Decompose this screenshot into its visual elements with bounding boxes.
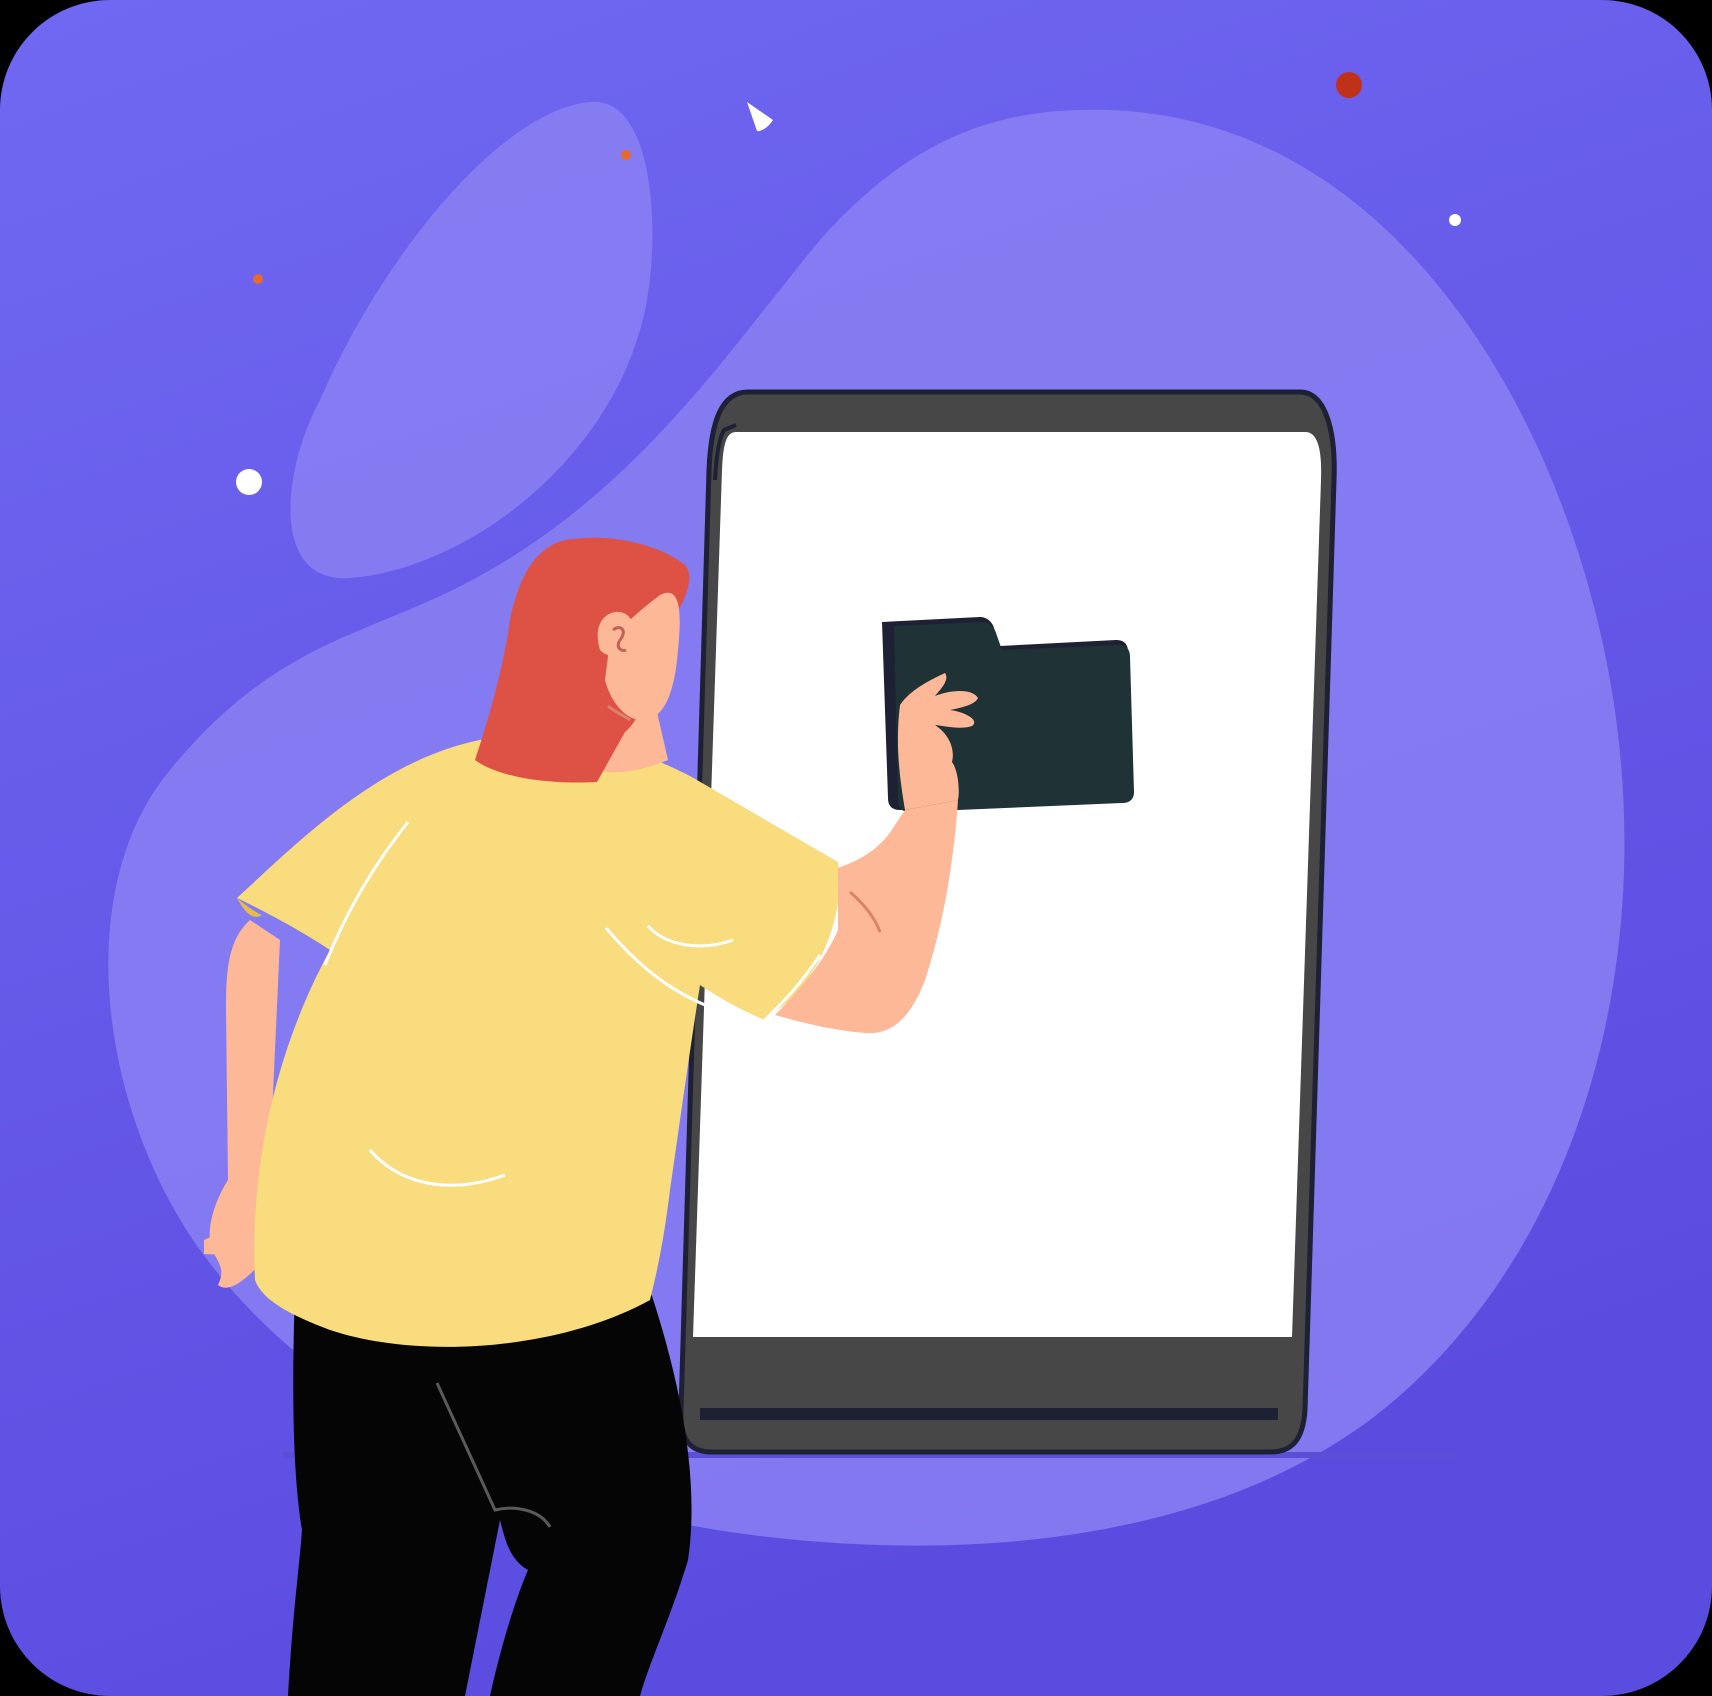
illustration-scene [0, 0, 1712, 1696]
phone-bottom-band [700, 1408, 1278, 1420]
illustration-svg [0, 0, 1712, 1696]
accent-dot [621, 150, 631, 160]
sparkle-dot [1449, 214, 1461, 226]
sparkle-dot [236, 469, 262, 495]
accent-dot [1336, 72, 1362, 98]
accent-dot [253, 274, 263, 284]
